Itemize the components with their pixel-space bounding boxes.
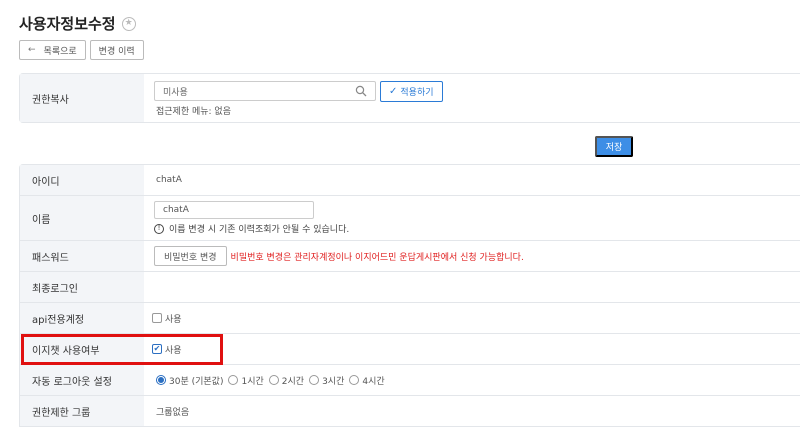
radio-2hour[interactable]: 2시간 [268,374,305,387]
name-value-cell: chatA ! 이름 변경 시 기존 이력조회가 안될 수 있습니다. [144,196,800,240]
easychat-option: 사용 [165,345,182,356]
name-input-value: chatA [163,205,189,215]
permission-copy-panel: 권한복사 미사용 ✓ 적용하기 접근제한 메뉴: 없음 [19,73,800,123]
radio-2hour-label: 2시간 [281,376,305,387]
radio-30min-label: 30분 (기본값) [169,376,224,387]
radio-4hour[interactable]: 4시간 [349,374,385,387]
row-name: 이름 chatA ! 이름 변경 시 기존 이력조회가 안될 수 있습니다. [20,196,800,241]
radio-icon[interactable] [349,375,360,385]
radio-30min[interactable]: 30분 (기본값) [156,374,223,387]
radio-icon[interactable] [268,375,279,385]
restrict-group-value: 그룹없음 [156,407,190,418]
arrow-left-icon: ← [28,45,36,55]
name-input[interactable]: chatA [154,201,314,219]
radio-3hour[interactable]: 3시간 [309,374,344,387]
permission-copy-value: 미사용 ✓ 적용하기 접근제한 메뉴: 없음 [144,74,800,122]
check-icon: ✓ [389,86,398,97]
radio-icon[interactable] [309,375,320,385]
api-account-value: 사용 [144,303,800,333]
name-change-note: ! 이름 변경 시 기존 이력조회가 안될 수 있습니다. [154,222,349,235]
top-toolbar: ← 목록으로 변경 이력 [19,40,144,60]
id-value: chatA [156,175,182,185]
permission-copy-label: 권한복사 [20,74,144,122]
easychat-value: ✔ 사용 [144,334,800,364]
auto-logout-value: 30분 (기본값) 1시간 2시간 3시간 4시간 [144,365,800,395]
radio-1hour-label: 1시간 [241,376,264,387]
permission-search-input[interactable]: 미사용 [154,81,376,101]
last-login-value [144,272,800,302]
row-auto-logout: 자동 로그아웃 설정 30분 (기본값) 1시간 2시간 3시간 4시간 [20,365,800,396]
password-label: 패스워드 [20,241,144,271]
name-label: 이름 [20,196,144,240]
back-to-list-button[interactable]: ← 목록으로 [19,40,86,60]
auto-logout-radio-group: 30분 (기본값) 1시간 2시간 3시간 4시간 [156,374,385,387]
id-label: 아이디 [20,165,144,195]
row-last-login: 최종로그인 [20,272,800,303]
last-login-label: 최종로그인 [20,272,144,302]
apply-label: 적용하기 [400,88,434,98]
apply-button[interactable]: ✓ 적용하기 [380,81,443,102]
easychat-label: 이지챗 사용여부 [20,334,144,364]
restrict-group-label: 권한제한 그룹 [20,396,144,426]
auto-logout-label: 자동 로그아웃 설정 [20,365,144,395]
search-icon[interactable] [355,85,367,97]
page-title: 사용자정보수정 [19,15,116,33]
save-button[interactable]: 저장 [595,136,633,157]
restricted-menu-note: 접근제한 메뉴: 없음 [156,107,231,117]
change-history-button[interactable]: 변경 이력 [89,40,144,60]
radio-4hour-label: 4시간 [362,376,385,387]
radio-1hour[interactable]: 1시간 [228,374,264,387]
name-note-text: 이름 변경 시 기존 이력조회가 안될 수 있습니다. [169,225,350,235]
row-restrict-group: 권한제한 그룹 그룹없음 [20,396,800,427]
permission-search-value: 미사용 [163,87,188,98]
change-password-button[interactable]: 비밀번호 변경 [154,246,227,266]
row-api-account: api전용계정 사용 [20,303,800,334]
page-header: 사용자정보수정 ★ [19,13,136,34]
easychat-checkbox[interactable]: ✔ 사용 [152,343,182,356]
star-icon[interactable]: ★ [121,16,136,31]
api-account-option: 사용 [165,314,182,325]
api-account-checkbox[interactable]: 사용 [152,312,182,325]
password-value-cell: 비밀번호 변경 비밀번호 변경은 관리자계정이나 이지어드민 운답게시판에서 신… [144,241,800,271]
radio-selected-icon[interactable] [156,375,166,385]
checkbox-empty-icon[interactable] [152,313,162,323]
checkbox-checked-icon[interactable]: ✔ [152,344,162,354]
row-id: 아이디 chatA [20,165,800,196]
radio-icon[interactable] [228,375,239,385]
api-account-label: api전용계정 [20,303,144,333]
back-to-list-label: 목록으로 [43,46,77,57]
row-password: 패스워드 비밀번호 변경 비밀번호 변경은 관리자계정이나 이지어드민 운답게시… [20,241,800,272]
row-easychat: 이지챗 사용여부 ✔ 사용 [20,334,800,365]
user-info-table: 아이디 chatA 이름 chatA ! 이름 변경 시 기존 이력조회가 안될… [19,164,800,427]
password-warning: 비밀번호 변경은 관리자계정이나 이지어드민 운답게시판에서 신청 가능합니다. [230,252,524,263]
radio-3hour-label: 3시간 [322,376,345,387]
info-icon: ! [154,223,164,234]
